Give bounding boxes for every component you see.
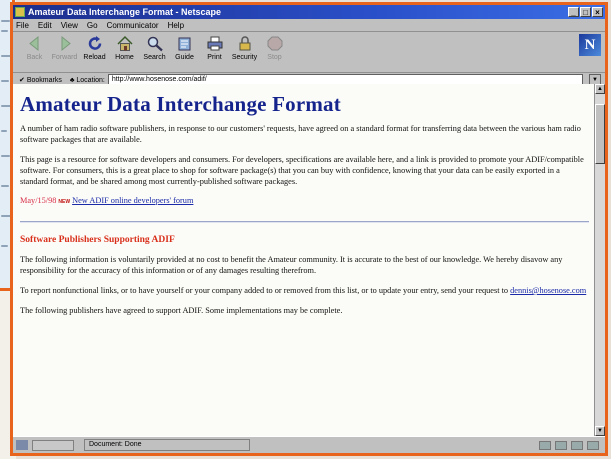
menu-view[interactable]: View: [61, 21, 78, 30]
window-title: Amateur Data Interchange Format - Netsca…: [28, 7, 222, 17]
magazine-text-line: [1, 130, 7, 132]
security-icon: [239, 36, 250, 51]
stop-icon: [267, 36, 282, 51]
page-heading: Amateur Data Interchange Format: [20, 92, 341, 116]
magazine-text-line: [1, 20, 10, 22]
guide-button[interactable]: Guide: [171, 35, 198, 61]
navigation-toolbar: Back Forward Reload Home Search Guide Pr…: [13, 32, 605, 73]
report-paragraph: To report nonfunctional links, or to hav…: [20, 285, 589, 296]
title-bar[interactable]: Amateur Data Interchange Format - Netsca…: [13, 5, 605, 19]
home-button[interactable]: Home: [111, 35, 138, 61]
discussions-icon[interactable]: [571, 440, 583, 450]
security-status-icon[interactable]: [16, 440, 28, 450]
menu-edit[interactable]: Edit: [38, 21, 52, 30]
back-arrow-icon: [28, 35, 38, 52]
menu-communicator[interactable]: Communicator: [107, 21, 159, 30]
security-label: Security: [231, 54, 258, 61]
intro-paragraph: A number of ham radio software publisher…: [20, 124, 581, 144]
status-text: Document: Done: [84, 439, 250, 451]
magazine-text-line: [1, 185, 9, 187]
email-link[interactable]: dennis@hosenose.com: [510, 286, 586, 295]
location-label-text: Location:: [76, 76, 105, 84]
netscape-app-icon[interactable]: [15, 7, 25, 17]
navigator-icon[interactable]: [539, 440, 551, 450]
search-icon: [147, 36, 163, 52]
forward-arrow-icon: [61, 35, 71, 52]
forward-label: Forward: [51, 54, 78, 61]
mail-icon[interactable]: [555, 440, 567, 450]
menu-help[interactable]: Help: [168, 21, 184, 30]
section-divider: [20, 221, 589, 223]
publishers-paragraph: The following publishers have agreed to …: [20, 306, 343, 315]
back-label: Back: [26, 54, 43, 61]
search-button[interactable]: Search: [141, 35, 168, 61]
home-icon: [116, 35, 133, 51]
resource-paragraph: This page is a resource for software dev…: [20, 155, 584, 186]
news-date: May/15/98: [20, 196, 57, 205]
close-button[interactable]: ×: [592, 7, 603, 17]
vertical-scrollbar[interactable]: ▲ ▼: [594, 84, 605, 436]
print-button[interactable]: Print: [201, 35, 228, 61]
forum-link[interactable]: New ADIF online developers' forum: [72, 196, 193, 205]
search-label: Search: [143, 54, 166, 61]
netscape-logo[interactable]: N: [579, 34, 601, 56]
print-icon: [207, 36, 222, 51]
magazine-text-line: [1, 155, 10, 157]
menu-file[interactable]: File: [16, 21, 29, 30]
browser-window: Amateur Data Interchange Format - Netsca…: [10, 2, 608, 456]
composer-icon[interactable]: [587, 440, 599, 450]
component-bar: [535, 440, 599, 450]
reload-label: Reload: [83, 54, 106, 61]
magazine-text-line: [1, 30, 8, 32]
location-label: ♣ Location:: [70, 77, 105, 84]
news-item: May/15/98 NEW New ADIF online developers…: [20, 196, 589, 205]
minimize-button[interactable]: _: [568, 7, 579, 17]
new-badge: NEW: [58, 199, 71, 205]
bookmarks-button[interactable]: ✔ Bookmarks: [19, 76, 62, 84]
print-label: Print: [207, 54, 222, 61]
reload-button[interactable]: Reload: [81, 35, 108, 61]
scroll-up-button[interactable]: ▲: [595, 84, 605, 94]
section-heading: Software Publishers Supporting ADIF: [20, 235, 175, 245]
reload-icon: [88, 36, 101, 50]
stop-label: Stop: [267, 54, 282, 61]
guide-icon: [178, 37, 190, 51]
menu-go[interactable]: Go: [87, 21, 98, 30]
page-content: Amateur Data Interchange Format A number…: [13, 84, 597, 436]
home-label: Home: [115, 54, 134, 61]
progress-indicator: [32, 439, 74, 451]
scroll-thumb[interactable]: [595, 104, 605, 164]
stop-button[interactable]: Stop: [261, 35, 288, 61]
location-icon: ♣: [69, 76, 75, 84]
scroll-down-button[interactable]: ▼: [595, 426, 605, 436]
bookmark-icon: ✔: [19, 77, 25, 84]
report-text: To report nonfunctional links, or to hav…: [20, 286, 511, 295]
bookmarks-label: Bookmarks: [26, 77, 62, 84]
disclaimer-paragraph: The following information is voluntarily…: [20, 255, 563, 275]
back-button[interactable]: Back: [21, 35, 48, 61]
magazine-text-line: [1, 245, 8, 247]
magazine-text-line: [1, 80, 9, 82]
security-button[interactable]: Security: [231, 35, 258, 61]
guide-label: Guide: [175, 54, 194, 61]
forward-button[interactable]: Forward: [51, 35, 78, 61]
maximize-button[interactable]: □: [580, 7, 591, 17]
status-bar: Document: Done: [13, 436, 605, 453]
menu-bar: File Edit View Go Communicator Help: [13, 19, 605, 32]
